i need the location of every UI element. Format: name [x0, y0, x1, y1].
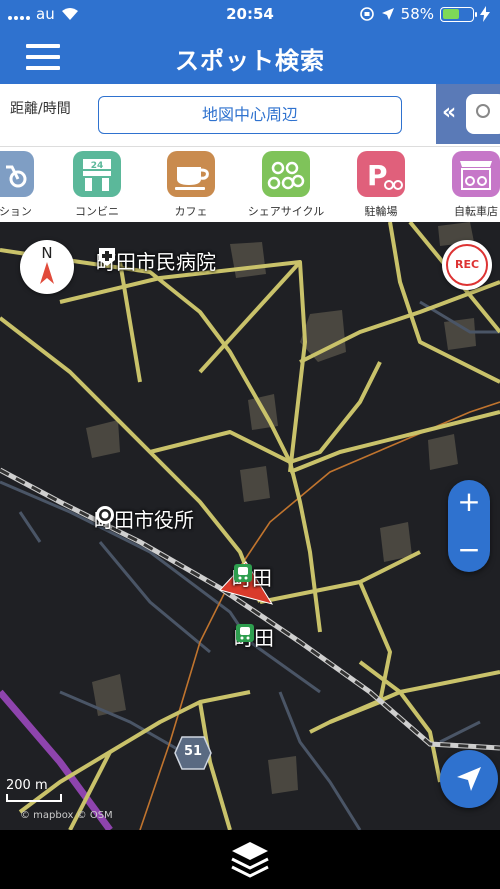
double-chevron-left-icon: « [442, 100, 457, 125]
distance-time-label[interactable]: 距離/時間 [10, 98, 71, 118]
map-attribution[interactable]: © mapbox © OSM [20, 810, 113, 821]
category-item[interactable]: 自転車店 [428, 151, 500, 219]
bicycle-icon [0, 151, 34, 197]
side-panel-tab[interactable]: « [436, 84, 500, 144]
scale-bar: 200 m [6, 778, 62, 802]
hospital-icon [99, 248, 115, 266]
rec-label: REC [446, 244, 488, 286]
category-label: カフェ [174, 205, 208, 218]
status-bar: au 20:54 58% [0, 0, 500, 30]
category-item[interactable]: P 駐輪場 [333, 151, 429, 219]
svg-text:24: 24 [91, 161, 104, 171]
category-item[interactable]: 24 コンビニ [49, 151, 145, 219]
map-view[interactable]: 町田市民病院 町田市役所 町田 町田 51 N REC + − 200 m © … [0, 222, 500, 830]
map-label-station-2[interactable]: 町田 [234, 622, 274, 651]
zoom-control: + − [448, 480, 490, 572]
rec-button[interactable]: REC [442, 240, 492, 290]
share-cycle-icon [262, 151, 310, 197]
navigation-arrow-icon [457, 767, 481, 791]
app-header: スポット検索 [0, 30, 500, 84]
zoom-out-button[interactable]: − [448, 536, 490, 564]
category-item[interactable]: シェアサイクル [238, 151, 334, 219]
category-item[interactable]: カフェ [143, 151, 239, 219]
page-title: スポット検索 [175, 47, 325, 75]
city-hall-icon [96, 506, 114, 524]
status-right: 58% [359, 5, 490, 23]
locate-me-button[interactable] [440, 750, 498, 808]
battery-icon [440, 6, 477, 22]
compass-button[interactable]: N [20, 240, 74, 294]
bottom-bar [0, 830, 500, 889]
map-label-city-hall[interactable]: 町田市役所 [94, 504, 194, 533]
parking-icon: P [357, 151, 405, 197]
cafe-icon [167, 151, 215, 197]
route-number: 51 [183, 744, 203, 759]
battery-percent: 58% [400, 5, 434, 23]
bike-shop-icon [452, 151, 500, 197]
category-label: 駐輪場 [364, 205, 398, 218]
rotation-lock-icon [359, 7, 374, 21]
location-arrow-icon [381, 8, 394, 20]
map-canvas [0, 222, 500, 830]
charging-icon [480, 6, 490, 22]
scale-label: 200 m [6, 778, 48, 793]
search-icon[interactable] [466, 94, 500, 134]
compass-needle-icon [40, 262, 54, 284]
map-center-button[interactable]: 地図中心周辺 [98, 96, 402, 134]
compass-north-label: N [41, 244, 53, 262]
route-number-badge: 51 [174, 736, 212, 770]
category-label: コンビニ [75, 205, 119, 218]
category-row: ーション 24 コンビニ カフェ シェアサイクル P 駐輪場 自転車店 [0, 146, 500, 222]
zoom-in-button[interactable]: + [448, 488, 490, 516]
train-station-icon [234, 564, 252, 582]
map-label-station-1[interactable]: 町田 [232, 562, 272, 591]
search-row: 距離/時間 地図中心周辺 « [0, 84, 500, 146]
category-label: 自転車店 [454, 205, 498, 218]
scale-line [6, 794, 62, 802]
layers-icon[interactable] [228, 840, 272, 880]
convenience-store-icon: 24 [73, 151, 121, 197]
category-label: シェアサイクル [247, 205, 325, 218]
train-station-icon [236, 624, 254, 642]
map-label-hospital[interactable]: 町田市民病院 [96, 246, 216, 275]
